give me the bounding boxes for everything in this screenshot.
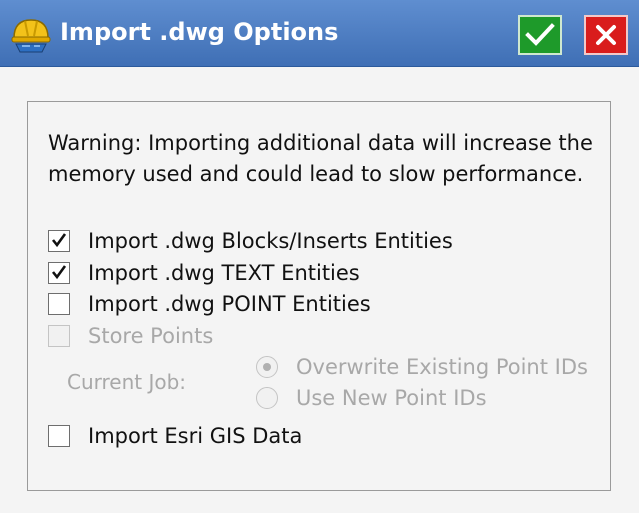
checkmark-icon: [51, 233, 67, 248]
overwrite-radio: [256, 356, 278, 378]
point-checkbox[interactable]: [48, 293, 70, 315]
checkmark-icon: [51, 265, 67, 280]
text-checkbox[interactable]: [48, 262, 70, 284]
ok-button[interactable]: [518, 15, 562, 55]
point-option[interactable]: Import .dwg POINT Entities: [48, 290, 371, 318]
blocks-option[interactable]: Import .dwg Blocks/Inserts Entities: [48, 227, 453, 255]
esri-checkbox[interactable]: [48, 425, 70, 447]
dialog-title: Import .dwg Options: [60, 18, 339, 46]
check-icon: [525, 23, 555, 46]
text-label: Import .dwg TEXT Entities: [88, 261, 360, 285]
store-points-option: Store Points: [48, 322, 213, 350]
esri-label: Import Esri GIS Data: [88, 424, 303, 448]
point-label: Import .dwg POINT Entities: [88, 292, 371, 316]
close-icon: [596, 25, 616, 45]
use-new-option: Use New Point IDs: [256, 384, 487, 412]
warning-text: Warning: Importing additional data will …: [48, 131, 593, 186]
esri-option[interactable]: Import Esri GIS Data: [48, 422, 302, 450]
overwrite-label: Overwrite Existing Point IDs: [296, 355, 588, 379]
blocks-label: Import .dwg Blocks/Inserts Entities: [88, 229, 453, 253]
store-points-checkbox: [48, 325, 70, 347]
use-new-label: Use New Point IDs: [296, 386, 487, 410]
use-new-radio: [256, 387, 278, 409]
title-bar: Import .dwg Options: [0, 0, 639, 67]
store-points-label: Store Points: [88, 324, 214, 348]
current-job-label: Current Job:: [67, 370, 187, 394]
text-option[interactable]: Import .dwg TEXT Entities: [48, 259, 360, 287]
overwrite-option: Overwrite Existing Point IDs: [256, 353, 588, 381]
blocks-checkbox[interactable]: [48, 230, 70, 252]
close-button[interactable]: [584, 15, 628, 55]
hardhat-icon: [11, 19, 51, 53]
